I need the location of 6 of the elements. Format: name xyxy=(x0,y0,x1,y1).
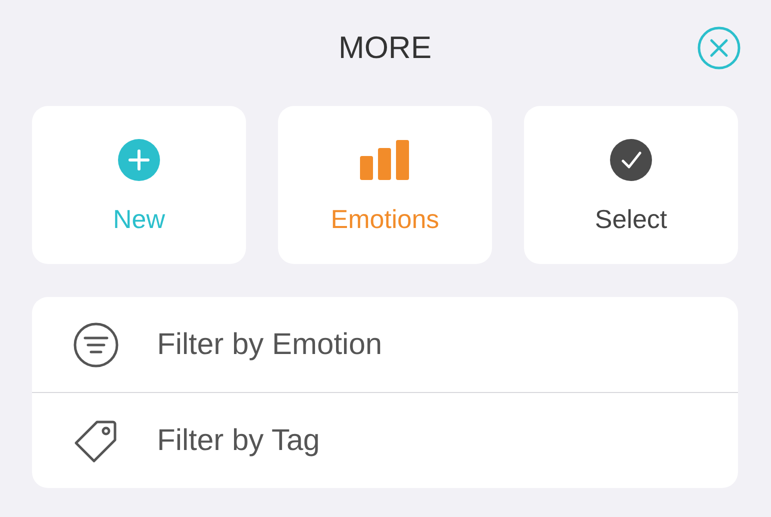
action-card[interactable]: Select xyxy=(524,106,738,264)
filter-item[interactable]: Filter by Emotion xyxy=(157,328,382,362)
filter-item[interactable]: Filter by Tag xyxy=(157,424,320,458)
title: MORE xyxy=(338,30,432,66)
close-button[interactable] xyxy=(697,26,741,70)
filter-icon xyxy=(72,320,120,368)
